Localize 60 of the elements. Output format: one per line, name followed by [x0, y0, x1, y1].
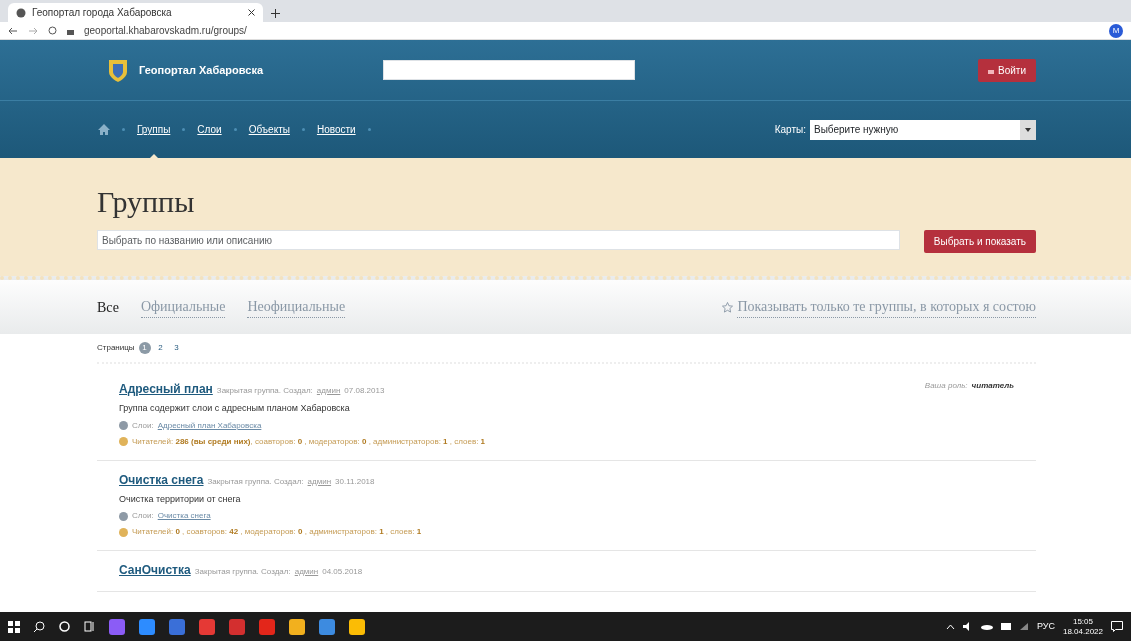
search-button[interactable]: Выбрать и показать — [923, 230, 1036, 253]
search-icon[interactable] — [34, 621, 45, 632]
filter-tab[interactable]: Все — [97, 296, 119, 318]
page-title: Группы — [97, 184, 196, 220]
nav-link[interactable]: Объекты — [248, 124, 290, 135]
chevron-up-icon[interactable] — [945, 623, 955, 630]
layers-label: Слои: — [132, 419, 154, 432]
search-field[interactable] — [383, 60, 636, 80]
nav-link[interactable]: Слои — [197, 124, 222, 135]
layers-label: Слои: — [132, 510, 154, 522]
clock-time[interactable]: 15:05 — [1072, 616, 1093, 627]
page-link[interactable]: 2 — [154, 342, 167, 354]
role-label: Ваша роль: — [924, 380, 968, 392]
home-icon[interactable] — [98, 124, 110, 135]
group-date: 04.05.2018 — [322, 566, 363, 578]
dropdown-caret-icon[interactable] — [1020, 119, 1036, 140]
app-icon[interactable] — [109, 618, 125, 635]
group-description: Группа содержит слои с адресным планом Хабаровска — [119, 402, 351, 415]
new-tab-icon[interactable] — [271, 9, 280, 18]
browser-tab[interactable]: Геопортал города Хабаровска — [8, 3, 263, 22]
site-title[interactable]: Геопортал Хабаровска — [139, 61, 264, 79]
pages-label: Страницы — [97, 342, 135, 354]
tab-title: Геопортал города Хабаровска — [32, 6, 172, 20]
back-icon[interactable] — [8, 26, 18, 35]
role-value: читатель — [971, 380, 1014, 392]
app-icon[interactable] — [289, 618, 305, 635]
group-name-link[interactable]: СанОчистка — [119, 561, 191, 579]
login-button[interactable]: Войти — [978, 58, 1036, 82]
maps-select[interactable]: Выберите нужную — [810, 119, 1036, 140]
clock-date[interactable]: 18.04.2022 — [1062, 626, 1103, 637]
url-field[interactable]: geoportal.khabarovskadm.ru/groups/ — [84, 23, 247, 38]
group-name-link[interactable]: Очистка снега — [119, 470, 204, 489]
reload-icon[interactable] — [48, 26, 57, 35]
page-link[interactable]: 3 — [170, 342, 183, 354]
group-date: 07.08.2013 — [344, 385, 385, 397]
group-stats: Читателей: 0 , соавторов: 42 , модераторов: 0 , администраторов: 1 , слоев: 1 — [132, 526, 422, 538]
group-stats: Читателей: 286 (вы среди них), соавторов: 0 , модераторов: 0 , администраторов: 1 , слоев: 1 — [132, 435, 486, 448]
close-icon[interactable] — [248, 9, 255, 16]
language-indicator[interactable]: РУС — [1036, 619, 1055, 634]
group-meta: Закрытая группа. Создал: — [207, 475, 304, 488]
circle-icon[interactable] — [59, 621, 70, 632]
layer-link[interactable]: Очистка снега — [157, 510, 211, 522]
search-field[interactable]: Выбрать по названию или описанию — [97, 230, 900, 250]
app-icon[interactable] — [139, 618, 155, 635]
notification-icon[interactable] — [1111, 621, 1123, 632]
app-icon[interactable] — [319, 618, 335, 635]
group-meta: Закрытая группа. Создал: — [216, 385, 313, 397]
profile-avatar[interactable]: M — [1109, 23, 1123, 38]
group-description: Очистка территории от снега — [119, 492, 242, 506]
task-view-icon[interactable] — [84, 621, 95, 632]
app-icon[interactable] — [349, 618, 365, 635]
layer-link[interactable]: Адресный план Хабаровска — [157, 419, 262, 432]
maps-label: Карты: — [774, 123, 806, 137]
windows-start-icon[interactable] — [8, 620, 20, 633]
star-icon[interactable] — [722, 301, 734, 313]
nav-link[interactable]: Новости — [316, 124, 356, 135]
group-date: 30.11.2018 — [335, 475, 375, 488]
nav-link[interactable]: Группы — [137, 124, 171, 135]
group-meta: Закрытая группа. Создал: — [194, 566, 291, 578]
group-name-link[interactable]: Адресный план — [119, 380, 213, 398]
